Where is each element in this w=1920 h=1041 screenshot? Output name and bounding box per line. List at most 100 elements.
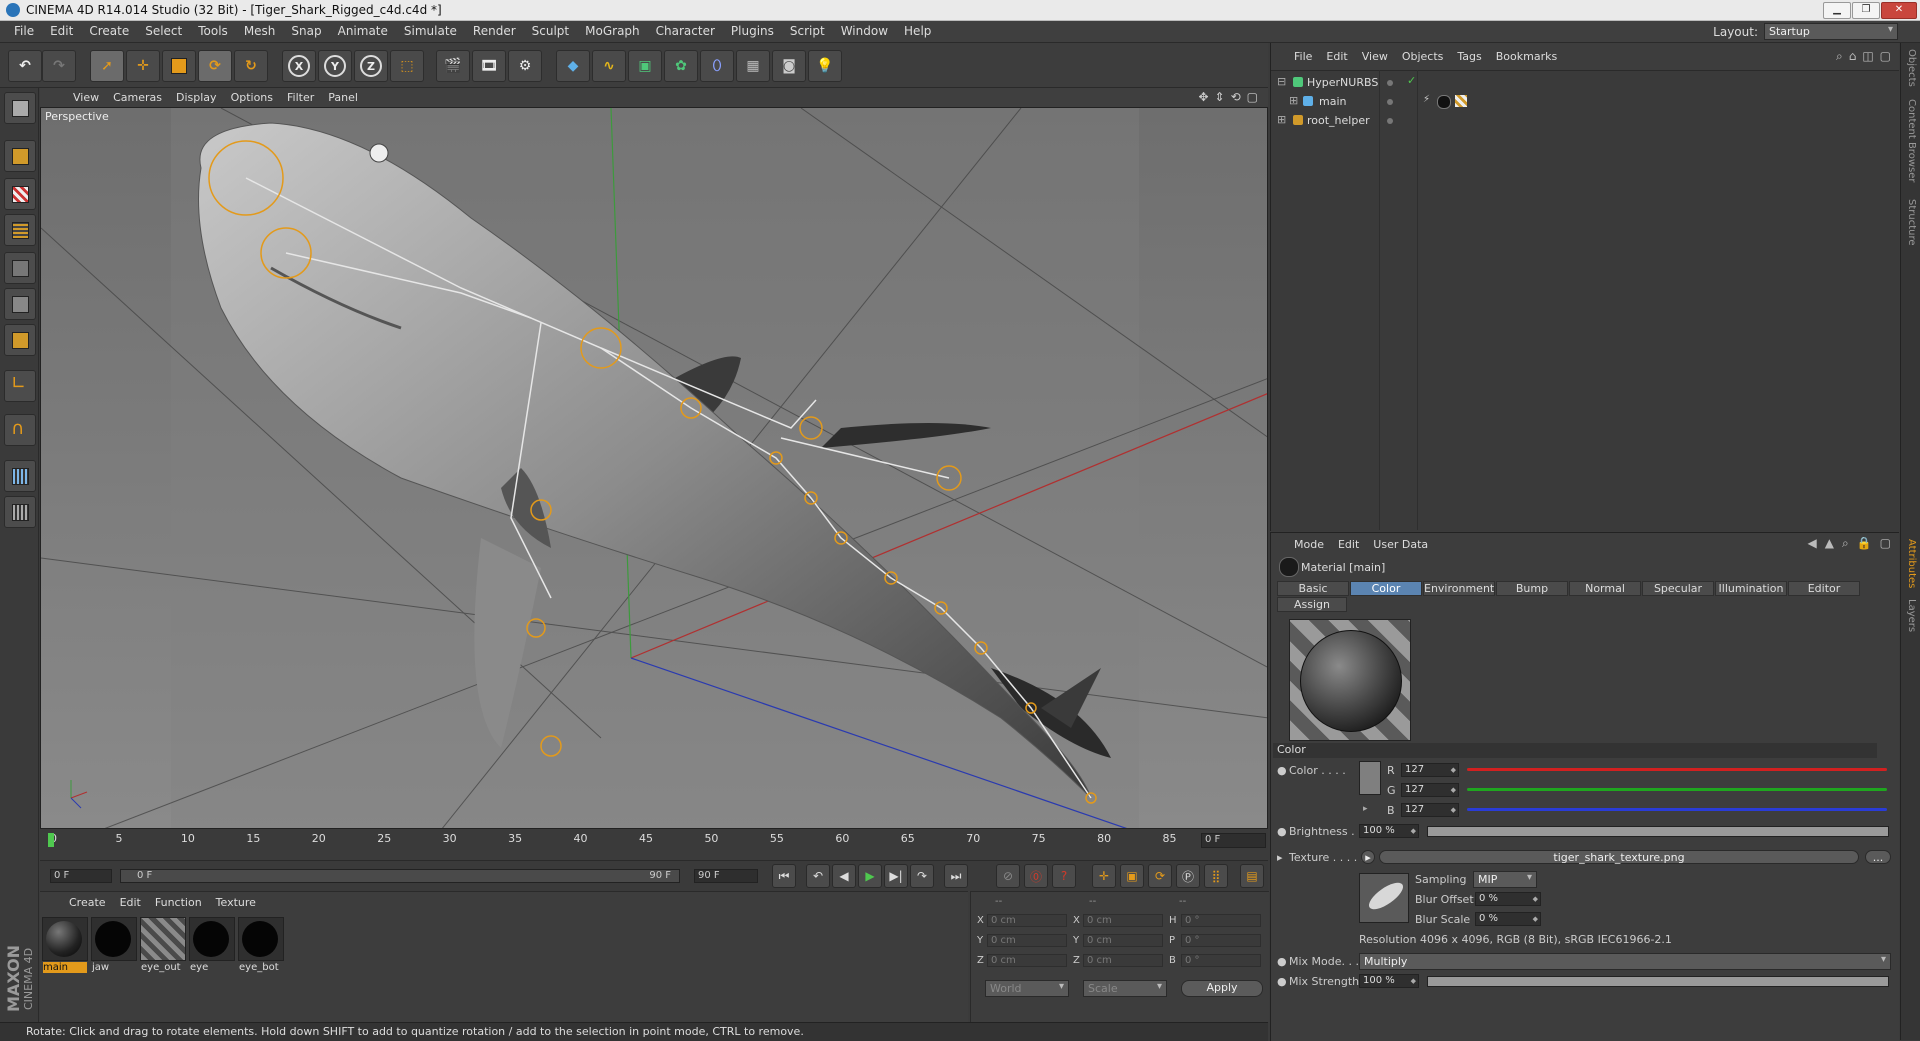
texture-file-button[interactable]: tiger_shark_texture.png xyxy=(1379,850,1859,864)
coordinate-space-select[interactable]: World xyxy=(985,980,1069,997)
workplane-mode-icon[interactable] xyxy=(4,214,36,246)
object-manager-menu-item[interactable]: Tags xyxy=(1450,50,1488,63)
autokey-icon[interactable]: ⓪ xyxy=(1024,864,1048,888)
position-field[interactable]: 0 cm xyxy=(987,934,1067,947)
lock-icon[interactable]: 🔒 xyxy=(1857,536,1872,551)
brightness-slider[interactable] xyxy=(1427,826,1889,837)
viewport-menu-item[interactable]: Display xyxy=(169,91,224,104)
workplane-grid-icon[interactable] xyxy=(4,496,36,528)
maximize-button[interactable]: ❐ xyxy=(1852,2,1880,19)
attribute-tab[interactable]: Bump xyxy=(1496,581,1568,596)
object-manager-menu-item[interactable]: View xyxy=(1355,50,1395,63)
tab-objects[interactable]: Objects xyxy=(1906,49,1917,87)
material-swatch[interactable]: eye xyxy=(189,917,235,973)
r-slider[interactable] xyxy=(1467,768,1887,771)
g-slider[interactable] xyxy=(1467,788,1887,791)
viewport-menu-item[interactable]: Options xyxy=(224,91,280,104)
visibility-dot[interactable] xyxy=(1387,99,1393,105)
object-manager-menu-item[interactable]: File xyxy=(1287,50,1319,63)
array-icon[interactable]: ✿ xyxy=(664,50,698,82)
texture-tag-icon[interactable] xyxy=(1455,95,1467,107)
menu-item[interactable]: Snap xyxy=(283,24,329,38)
tab-layers[interactable]: Layers xyxy=(1906,599,1917,632)
preview-range-slider[interactable]: 0 F 90 F xyxy=(120,869,680,883)
menu-item[interactable]: Edit xyxy=(42,24,81,38)
viewport-menu-item[interactable]: Cameras xyxy=(106,91,169,104)
color-swatch[interactable] xyxy=(1359,761,1381,795)
menu-item[interactable]: Render xyxy=(465,24,524,38)
points-mode-icon[interactable] xyxy=(4,252,36,284)
menu-item[interactable]: Create xyxy=(81,24,137,38)
viewport-menu-item[interactable]: View xyxy=(66,91,106,104)
dolly-icon[interactable]: ⇕ xyxy=(1215,90,1225,104)
make-editable-icon[interactable] xyxy=(4,92,36,124)
texture-mode-icon[interactable] xyxy=(4,178,36,210)
material-menu-item[interactable]: Create xyxy=(62,896,113,909)
current-frame-field[interactable]: 0 F xyxy=(1201,833,1266,848)
tab-content-browser[interactable]: Content Browser xyxy=(1906,99,1917,182)
spline-icon[interactable]: ∿ xyxy=(592,50,626,82)
attribute-tab[interactable]: Environment xyxy=(1423,581,1495,596)
menu-item[interactable]: Select xyxy=(137,24,190,38)
enabled-check-icon[interactable]: ✓ xyxy=(1407,74,1416,87)
menu-item[interactable]: MoGraph xyxy=(577,24,648,38)
undo-icon[interactable]: ↶ xyxy=(8,50,42,82)
y-axis-lock-icon[interactable]: Y xyxy=(318,50,352,82)
menu-item[interactable]: Window xyxy=(833,24,896,38)
keyframe-selection-icon[interactable]: ? xyxy=(1052,864,1076,888)
x-axis-lock-icon[interactable]: X xyxy=(282,50,316,82)
key-rotation-icon[interactable]: ⟳ xyxy=(1148,864,1172,888)
polygons-mode-icon[interactable] xyxy=(4,324,36,356)
camera-icon[interactable]: ◙ xyxy=(772,50,806,82)
tab-structure[interactable]: Structure xyxy=(1906,199,1917,246)
object-manager-menu-item[interactable]: Edit xyxy=(1319,50,1354,63)
previous-frame-icon[interactable]: ◀ xyxy=(832,864,856,888)
size-field[interactable]: 0 cm xyxy=(1083,914,1163,927)
rotation-field[interactable]: 0 ° xyxy=(1181,954,1261,967)
move-icon[interactable]: ✛ xyxy=(126,50,160,82)
brightness-field[interactable]: 100 % xyxy=(1359,824,1419,838)
apply-button[interactable]: Apply xyxy=(1181,980,1263,997)
tab-attributes[interactable]: Attributes xyxy=(1906,539,1917,588)
recent-tool-icon[interactable]: ↻ xyxy=(234,50,268,82)
material-menu-item[interactable]: Texture xyxy=(209,896,263,909)
material-tag-icon[interactable] xyxy=(1437,95,1451,109)
visibility-dot[interactable] xyxy=(1387,80,1393,86)
filter-icon[interactable]: ◫ xyxy=(1862,49,1873,64)
menu-item[interactable]: Mesh xyxy=(236,24,284,38)
play-icon[interactable]: ▶ xyxy=(858,864,882,888)
search-icon[interactable]: ⌕ xyxy=(1842,536,1849,551)
position-field[interactable]: 0 cm xyxy=(987,914,1067,927)
close-button[interactable]: ✕ xyxy=(1881,2,1917,19)
key-parameter-icon[interactable]: Ⓟ xyxy=(1176,864,1200,888)
mix-strength-slider[interactable] xyxy=(1427,976,1889,987)
up-arrow-icon[interactable]: ▲ xyxy=(1825,536,1834,551)
render-picture-viewer-icon[interactable]: 🎞 xyxy=(472,50,506,82)
object-manager-menu-item[interactable]: Objects xyxy=(1395,50,1451,63)
key-position-icon[interactable]: ✛ xyxy=(1092,864,1116,888)
material-menu-item[interactable]: Edit xyxy=(113,896,148,909)
menu-item[interactable]: Plugins xyxy=(723,24,782,38)
object-row-root-helper[interactable]: ⊞ root_helper xyxy=(1271,112,1899,129)
menu-item[interactable]: Simulate xyxy=(396,24,465,38)
deformer-icon[interactable]: ⬯ xyxy=(700,50,734,82)
edges-mode-icon[interactable] xyxy=(4,288,36,320)
attribute-menu-item[interactable]: Edit xyxy=(1331,538,1366,551)
start-frame-field[interactable]: 0 F xyxy=(50,869,112,883)
coordinate-mode-select[interactable]: Scale xyxy=(1083,980,1167,997)
object-row-main[interactable]: ⊞ main ⚡ xyxy=(1271,93,1899,110)
record-keys-icon[interactable]: ⊘ xyxy=(996,864,1020,888)
previous-key-icon[interactable]: ↶ xyxy=(806,864,830,888)
live-selection-icon[interactable]: ➚ xyxy=(90,50,124,82)
rotate-view-icon[interactable]: ⟲ xyxy=(1231,90,1241,104)
go-to-start-icon[interactable]: ⏮ xyxy=(772,864,796,888)
menu-item[interactable]: File xyxy=(6,24,42,38)
playhead-marker[interactable] xyxy=(48,833,54,847)
scale-icon[interactable] xyxy=(162,50,196,82)
viewport-menu-item[interactable]: Filter xyxy=(280,91,321,104)
workplane-lock-icon[interactable] xyxy=(4,460,36,492)
perspective-viewport[interactable]: Perspective xyxy=(40,107,1268,829)
attribute-tab[interactable]: Normal xyxy=(1569,581,1641,596)
end-frame-field[interactable]: 90 F xyxy=(694,869,758,883)
menu-item[interactable]: Help xyxy=(896,24,939,38)
